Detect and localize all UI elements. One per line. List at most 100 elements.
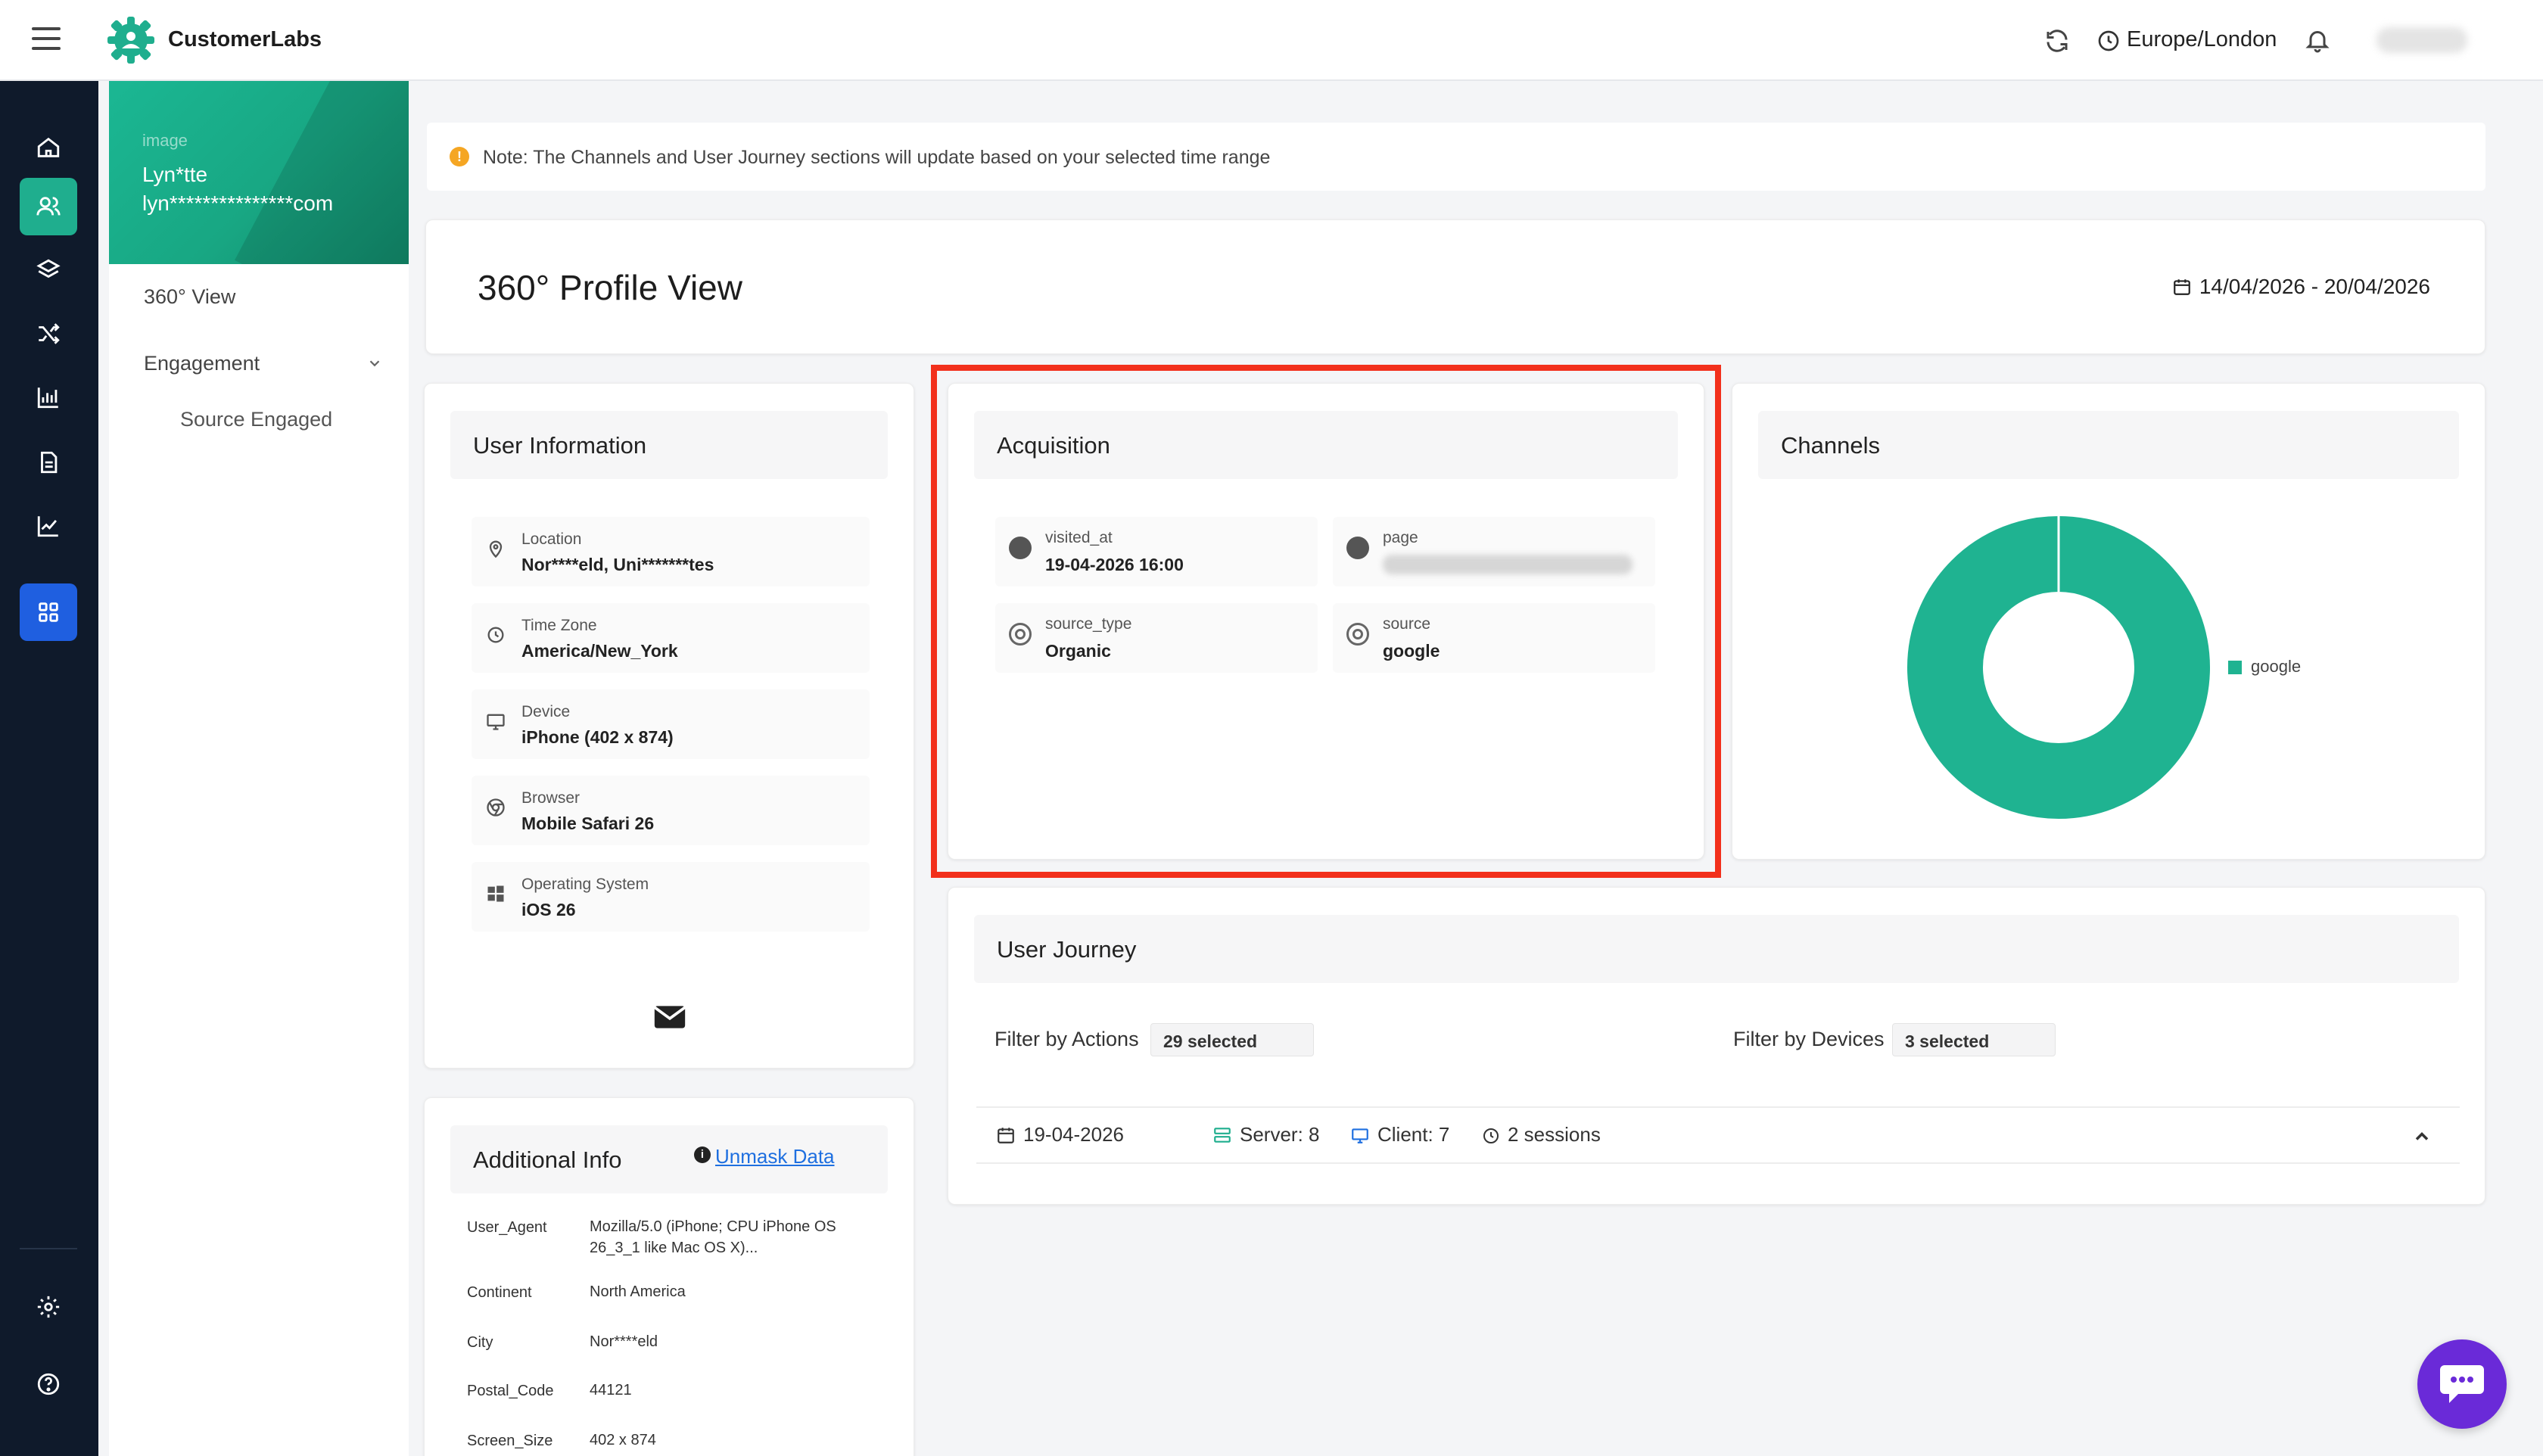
hamburger-menu-icon[interactable] <box>32 27 61 50</box>
left-rail <box>0 81 98 1456</box>
journey-sessions: 2 sessions <box>1482 1123 1601 1146</box>
info-label: Operating System <box>521 876 649 893</box>
info-value: America/New_York <box>521 641 678 661</box>
filter-actions-label: Filter by Actions <box>994 1028 1139 1050</box>
help-icon[interactable] <box>20 1355 77 1413</box>
chevron-down-icon[interactable] <box>366 355 383 372</box>
refresh-icon[interactable] <box>2043 27 2071 54</box>
additional-info-card: Additional Info i Unmask Data User_Agent… <box>424 1097 914 1456</box>
profile-email: lyn***************com <box>142 191 334 215</box>
profile-header-card: 360° Profile View 14/04/2026 - 20/04/202… <box>425 219 2485 354</box>
profile-image: image <box>142 131 188 150</box>
user-menu[interactable] <box>2376 27 2467 53</box>
analytics-icon[interactable] <box>20 369 77 426</box>
kv-value: 402 x 874 <box>590 1432 656 1448</box>
kv-key: City <box>467 1334 493 1351</box>
info-value: iOS 26 <box>521 900 576 919</box>
brand-name: CustomerLabs <box>168 27 322 51</box>
windows-icon <box>487 885 504 902</box>
filter-devices-label: Filter by Devices <box>1733 1028 1885 1050</box>
note-text: Note: The Channels and User Journey sect… <box>483 147 1271 168</box>
clock-icon <box>2098 30 2119 51</box>
journey-date: 19-04-2026 <box>996 1123 1124 1146</box>
info-row-browser: Browser Mobile Safari 26 <box>472 776 870 845</box>
server-icon <box>1214 1128 1231 1143</box>
nav-source-engaged[interactable]: Source Engaged <box>180 408 332 431</box>
bell-icon[interactable] <box>2304 26 2331 54</box>
layers-icon[interactable] <box>20 241 77 299</box>
timezone-selector[interactable]: Europe/London <box>2127 27 2277 52</box>
channels-header: Channels <box>1758 411 2459 479</box>
info-label: Device <box>521 703 571 720</box>
info-label: Time Zone <box>521 617 597 634</box>
info-row-timezone: Time Zone America/New_York <box>472 603 870 673</box>
info-value: Nor****eld, Uni*******tes <box>521 555 714 574</box>
info-value: Mobile Safari 26 <box>521 814 655 833</box>
envelope-icon[interactable] <box>653 1004 686 1030</box>
chat-widget-button[interactable] <box>2417 1339 2507 1429</box>
settings-gear-icon[interactable] <box>20 1278 77 1336</box>
trend-chart-icon[interactable] <box>20 497 77 555</box>
chrome-icon <box>487 798 505 817</box>
clock-icon <box>487 627 504 643</box>
kv-key: Screen_Size <box>467 1433 553 1449</box>
clock-icon <box>1483 1128 1499 1143</box>
user-information-header: User Information <box>450 411 888 479</box>
customerlabs-logo-icon <box>107 17 154 64</box>
kv-value: Mozilla/5.0 (iPhone; CPU iPhone OS 26_3_… <box>590 1218 836 1256</box>
journey-day-row[interactable]: 19-04-2026 Server: 8 Client: 7 2 session… <box>976 1106 2460 1164</box>
apps-grid-icon[interactable] <box>20 583 77 641</box>
monitor-icon <box>487 714 505 730</box>
document-icon[interactable] <box>20 434 77 491</box>
info-row-device: Device iPhone (402 x 874) <box>472 689 870 759</box>
location-pin-icon <box>489 540 503 558</box>
journey-sessions-text: 2 sessions <box>1508 1123 1601 1146</box>
profile-sidebar: image Lyn*tte lyn***************com 360°… <box>109 81 409 1456</box>
user-journey-title: User Journey <box>997 936 1137 963</box>
journey-client: Client: 7 <box>1350 1123 1449 1146</box>
highlight-box <box>931 365 1721 878</box>
info-icon: i <box>694 1146 711 1163</box>
kv-key: User_Agent <box>467 1219 547 1236</box>
additional-info-header: Additional Info i Unmask Data <box>450 1125 888 1193</box>
channels-title: Channels <box>1781 432 1880 459</box>
chat-bubble-icon <box>2440 1365 2484 1403</box>
shuffle-icon[interactable] <box>20 305 77 362</box>
channels-donut-chart <box>1907 516 2210 819</box>
chevron-up-icon[interactable] <box>2411 1126 2433 1147</box>
calendar-icon <box>2174 279 2190 295</box>
journey-client-text: Client: 7 <box>1377 1123 1450 1146</box>
date-range-picker[interactable]: 14/04/2026 - 20/04/2026 <box>2172 275 2430 299</box>
kv-key: Continent <box>467 1284 532 1301</box>
kv-value: 44121 <box>590 1382 632 1398</box>
legend-label: google <box>2251 657 2302 676</box>
legend-swatch <box>2228 661 2242 674</box>
filter-actions-select[interactable]: 29 selected <box>1150 1023 1314 1056</box>
info-row-location: Location Nor****eld, Uni*******tes <box>472 517 870 586</box>
info-value: iPhone (402 x 874) <box>521 727 674 747</box>
info-label: Browser <box>521 789 581 807</box>
date-range-text: 14/04/2026 - 20/04/2026 <box>2199 275 2430 298</box>
note-banner: ! Note: The Channels and User Journey se… <box>427 123 2485 191</box>
info-row-os: Operating System iOS 26 <box>472 862 870 932</box>
page-title: 360° Profile View <box>478 268 742 307</box>
profile-name: Lyn*tte <box>142 163 208 186</box>
filter-devices-select[interactable]: 3 selected <box>1892 1023 2056 1056</box>
home-icon[interactable] <box>20 119 77 176</box>
user-information-title: User Information <box>473 432 647 459</box>
users-icon[interactable] <box>20 178 77 235</box>
user-journey-header: User Journey <box>974 915 2459 983</box>
calendar-icon <box>998 1128 1014 1143</box>
kv-value: North America <box>590 1283 686 1300</box>
rail-divider <box>20 1248 77 1249</box>
top-bar: CustomerLabs Europe/London <box>0 0 2543 81</box>
nav-engagement[interactable]: Engagement <box>144 352 260 375</box>
monitor-icon <box>1352 1128 1368 1143</box>
nav-360-view[interactable]: 360° View <box>144 285 235 309</box>
journey-date-text: 19-04-2026 <box>1023 1123 1124 1146</box>
kv-key: Postal_Code <box>467 1383 554 1399</box>
info-icon: ! <box>450 147 469 166</box>
profile-card: image Lyn*tte lyn***************com <box>109 81 409 264</box>
unmask-data-link[interactable]: Unmask Data <box>715 1145 835 1168</box>
user-information-card: User Information Location Nor****eld, Un… <box>424 383 914 1069</box>
